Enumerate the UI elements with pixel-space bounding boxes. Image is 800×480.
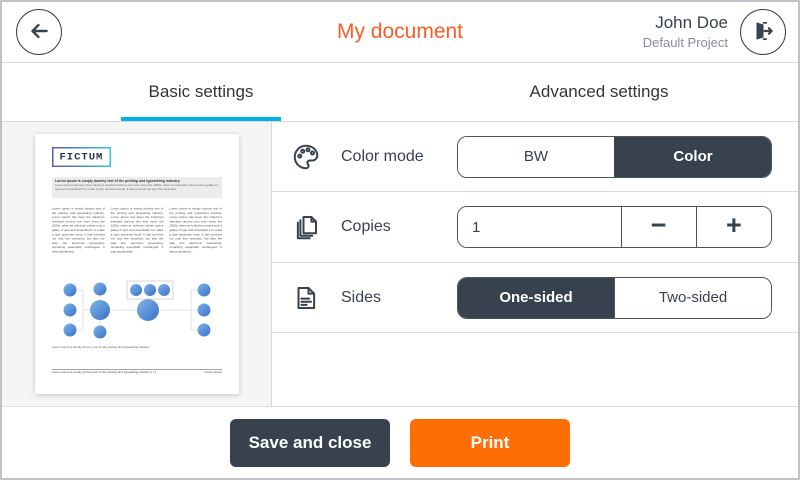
logout-icon bbox=[750, 18, 776, 47]
tab-advanced-settings-label: Advanced settings bbox=[530, 82, 669, 102]
print-button[interactable]: Print bbox=[410, 419, 570, 467]
save-and-close-button[interactable]: Save and close bbox=[230, 419, 390, 467]
document-caption: Lorem ipsum is simply dummy text of the … bbox=[52, 346, 222, 349]
document-column: Lorem Ipsum is simply dummy text of the … bbox=[52, 207, 105, 266]
document-columns: Lorem Ipsum is simply dummy text of the … bbox=[52, 207, 222, 266]
copies-input[interactable] bbox=[458, 207, 621, 247]
document-column: Lorem Ipsum is simply dummy text of the … bbox=[169, 207, 222, 266]
document-footer-left: Lorem ipsum is simply dummy text of the … bbox=[52, 371, 156, 374]
copies-increment-button[interactable]: + bbox=[696, 207, 771, 247]
color-mode-color-button[interactable]: Color bbox=[614, 137, 771, 177]
document-preview-page[interactable]: FICTUM Lorem ipsum is simply dummy text … bbox=[35, 134, 239, 394]
document-footer: Lorem ipsum is simply dummy text of the … bbox=[52, 369, 222, 374]
copies-icon bbox=[291, 212, 321, 242]
color-mode-row: Color mode BW Color bbox=[272, 122, 798, 192]
document-abstract: Lorem ipsum is simply dummy text of the … bbox=[52, 177, 222, 198]
palette-icon bbox=[291, 142, 321, 172]
settings-tabs: Basic settings Advanced settings bbox=[2, 63, 798, 122]
tab-advanced-settings[interactable]: Advanced settings bbox=[400, 63, 798, 121]
sides-two-sided-button[interactable]: Two-sided bbox=[614, 278, 771, 318]
copies-stepper: − + bbox=[457, 206, 772, 248]
settings-panel: Color mode BW Color Copies bbox=[272, 122, 798, 410]
sides-one-sided-button[interactable]: One-sided bbox=[458, 278, 614, 318]
print-settings-window: My document John Doe Default Project Bas… bbox=[0, 0, 800, 480]
copies-row: Copies − + bbox=[272, 192, 798, 263]
tab-basic-settings-label: Basic settings bbox=[149, 82, 254, 102]
user-info: John Doe Default Project bbox=[643, 11, 728, 52]
active-tab-underline bbox=[121, 117, 281, 121]
color-mode-toggle: BW Color bbox=[457, 136, 772, 178]
document-abstract-body: Lorem Ipsum has been the industry's stan… bbox=[55, 184, 219, 192]
sides-toggle: One-sided Two-sided bbox=[457, 277, 772, 319]
header: My document John Doe Default Project bbox=[2, 2, 798, 63]
document-logo: FICTUM bbox=[52, 147, 111, 167]
copies-label: Copies bbox=[341, 218, 391, 236]
main-content: FICTUM Lorem ipsum is simply dummy text … bbox=[2, 122, 798, 410]
user-project: Default Project bbox=[643, 34, 728, 52]
tab-basic-settings[interactable]: Basic settings bbox=[2, 63, 400, 121]
user-name: John Doe bbox=[643, 11, 728, 34]
color-mode-label: Color mode bbox=[341, 148, 424, 166]
sides-label: Sides bbox=[341, 289, 381, 307]
color-mode-bw-button[interactable]: BW bbox=[458, 137, 614, 177]
document-column: Lorem Ipsum is simply dummy text of the … bbox=[111, 207, 164, 266]
document-diagram bbox=[52, 280, 222, 340]
action-bar: Save and close Print bbox=[2, 406, 798, 478]
document-footer-right: Lorem ipsum bbox=[205, 371, 222, 374]
document-lines-icon bbox=[291, 283, 321, 313]
logout-button[interactable] bbox=[740, 9, 786, 55]
document-preview-panel: FICTUM Lorem ipsum is simply dummy text … bbox=[2, 122, 272, 410]
sides-row: Sides One-sided Two-sided bbox=[272, 263, 798, 333]
copies-decrement-button[interactable]: − bbox=[621, 207, 696, 247]
